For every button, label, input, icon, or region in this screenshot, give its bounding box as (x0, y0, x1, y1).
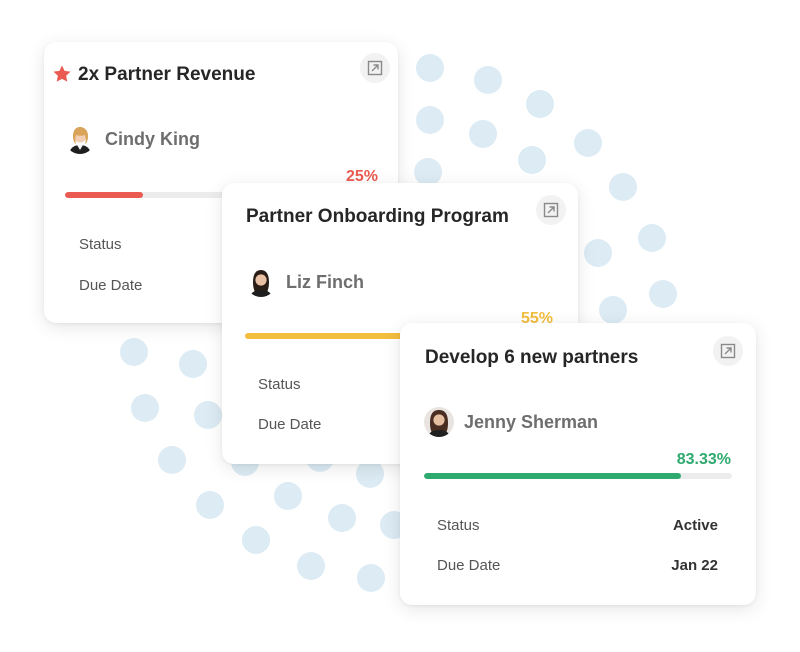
progress-bar-fill (65, 192, 143, 198)
card-title: Develop 6 new partners (425, 347, 639, 368)
due-date-value: Jan 22 (671, 557, 718, 574)
due-date-label: Due Date (258, 416, 322, 433)
status-value: Active (672, 517, 718, 534)
star-icon (53, 65, 71, 82)
progress-percent: 83.33% (676, 451, 731, 468)
owner-name: Cindy King (105, 128, 200, 149)
card-title: 2x Partner Revenue (78, 64, 256, 85)
open-card-button[interactable] (360, 53, 390, 83)
card-title: Partner Onboarding Program (246, 206, 509, 227)
progress-bar-fill (245, 333, 417, 339)
due-date-label: Due Date (79, 277, 143, 294)
owner: Jenny Sherman (424, 407, 598, 437)
goal-card-develop-partners[interactable]: Develop 6 new partners Jenny Sherman 83.… (400, 323, 756, 605)
progress-bar-fill (424, 473, 681, 479)
open-card-button[interactable] (713, 336, 743, 366)
owner-name: Liz Finch (286, 271, 364, 292)
owner: Liz Finch (246, 267, 364, 297)
status-label: Status (437, 517, 480, 534)
owner-name: Jenny Sherman (464, 411, 599, 432)
open-card-button[interactable] (536, 195, 566, 225)
status-label: Status (79, 236, 122, 253)
due-date-label: Due Date (437, 557, 501, 574)
status-label: Status (258, 376, 301, 393)
avatar (424, 407, 454, 437)
owner: Cindy King (65, 124, 200, 154)
external-link-icon (543, 202, 559, 218)
progress-bar (424, 473, 732, 479)
external-link-icon (367, 60, 383, 76)
avatar (246, 267, 276, 297)
avatar (65, 124, 95, 154)
external-link-icon (720, 343, 736, 359)
